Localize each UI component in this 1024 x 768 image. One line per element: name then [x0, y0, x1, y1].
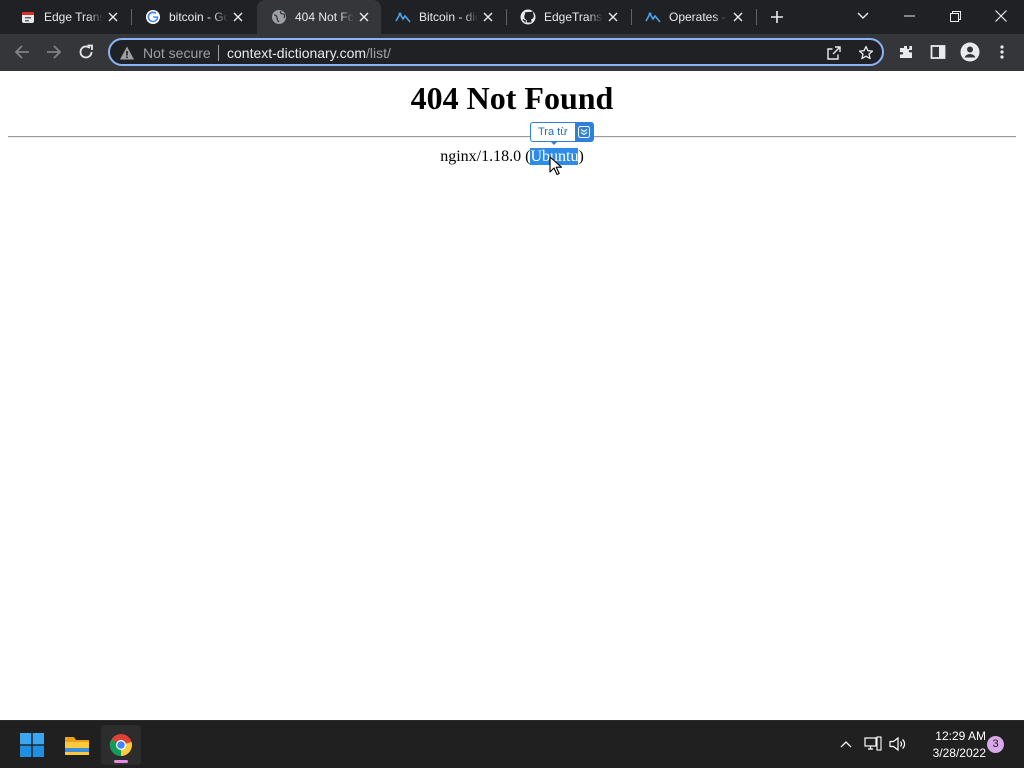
- warning-icon[interactable]: [119, 45, 135, 61]
- address-bar[interactable]: Not secure context-dictionary.com/list/: [108, 38, 884, 66]
- forward-button[interactable]: [40, 38, 68, 66]
- minimize-icon: [903, 15, 915, 17]
- speaker-icon: [889, 736, 906, 752]
- lookup-button[interactable]: Tra từ: [531, 123, 575, 141]
- tab-operates-dictionary[interactable]: Operates - Cont: [631, 0, 755, 34]
- restore-button[interactable]: [932, 0, 978, 32]
- tab-separator: [756, 9, 757, 25]
- show-hidden-icons-button[interactable]: [836, 734, 856, 754]
- puzzle-icon: [900, 46, 912, 58]
- minimize-button[interactable]: [886, 0, 932, 32]
- globe-icon: [271, 9, 287, 25]
- windows-taskbar: 12:29 AM 3/28/2022 3: [0, 720, 1024, 768]
- tab-title: EdgeTranslate: [544, 10, 603, 24]
- bookmark-star-icon[interactable]: [856, 43, 876, 63]
- kebab-menu-icon: [1000, 45, 1004, 59]
- page-content: 404 Not Found nginx/1.18.0 (Ubuntu) Tra …: [0, 71, 1024, 720]
- chevron-down-icon: [577, 126, 590, 138]
- windows-logo-icon: [20, 733, 44, 757]
- server-signature: nginx/1.18.0 (Ubuntu): [0, 147, 1024, 166]
- tab-bitcoin-dictionary[interactable]: Bitcoin - dict: [381, 0, 505, 34]
- divider: [8, 136, 1016, 138]
- clock-time: 12:29 AM: [935, 729, 986, 743]
- close-icon[interactable]: [728, 7, 748, 27]
- close-icon[interactable]: [354, 7, 374, 27]
- close-icon[interactable]: [228, 7, 248, 27]
- security-label[interactable]: Not secure: [143, 45, 211, 61]
- tab-title: Bitcoin - dict: [419, 10, 478, 24]
- url-text[interactable]: context-dictionary.com/list/: [227, 45, 391, 61]
- url-host: context-dictionary.com: [227, 45, 367, 61]
- omnibox-divider: [218, 45, 219, 61]
- close-icon: [995, 10, 1007, 22]
- volume-button[interactable]: [888, 734, 908, 754]
- notification-badge[interactable]: 3: [987, 736, 1004, 753]
- system-clock[interactable]: 12:29 AM 3/28/2022: [912, 728, 986, 762]
- close-icon[interactable]: [478, 7, 498, 27]
- new-tab-button[interactable]: [765, 5, 789, 29]
- popup-pointer: [550, 141, 558, 145]
- chrome-icon: [109, 734, 132, 757]
- chrome-taskbar-button[interactable]: [101, 725, 141, 765]
- server-version: nginx/1.18.0 (: [440, 148, 531, 165]
- context-dictionary-icon: [395, 9, 411, 25]
- chevron-down-icon: [857, 12, 869, 19]
- network-icon: [864, 736, 882, 751]
- start-button[interactable]: [12, 725, 52, 765]
- restore-icon: [949, 10, 961, 22]
- page-title: 404 Not Found: [410, 80, 614, 116]
- expand-translate-button[interactable]: [574, 123, 593, 141]
- running-indicator: [114, 760, 128, 763]
- tab-title: 404 Not Found: [295, 10, 354, 24]
- edge-translate-icon: [20, 9, 36, 25]
- context-dictionary-icon: [645, 9, 661, 25]
- side-panel-icon: [930, 45, 946, 59]
- browser-toolbar: Not secure context-dictionary.com/list/: [0, 34, 1024, 71]
- github-icon: [520, 9, 536, 25]
- share-icon[interactable]: [824, 43, 844, 63]
- url-path: /list/: [366, 45, 391, 61]
- tab-bitcoin-google[interactable]: bitcoin - Google: [131, 0, 255, 34]
- tab-title: Operates - Cont: [669, 10, 728, 24]
- menu-button[interactable]: [988, 38, 1016, 66]
- server-suffix: ): [578, 148, 584, 165]
- translate-lookup-popup: Tra từ: [530, 122, 594, 145]
- tab-title: Edge Translate: [44, 10, 103, 24]
- tab-edge-translate[interactable]: Edge Translate: [6, 0, 130, 34]
- plus-icon: [771, 11, 783, 23]
- tab-404-not-found[interactable]: 404 Not Found: [257, 0, 381, 34]
- extensions-button[interactable]: [892, 38, 920, 66]
- arrow-left-icon: [14, 45, 29, 59]
- tab-strip: Edge Translate bitcoin - Google 404 Not …: [0, 0, 1024, 34]
- chevron-up-icon: [840, 741, 852, 748]
- network-button[interactable]: [863, 734, 883, 754]
- folder-icon: [65, 737, 89, 755]
- mouse-cursor-icon: [549, 156, 562, 176]
- close-icon[interactable]: [603, 7, 623, 27]
- reload-icon: [79, 44, 93, 59]
- back-button[interactable]: [8, 38, 36, 66]
- side-panel-button[interactable]: [924, 38, 952, 66]
- file-explorer-button[interactable]: [57, 725, 97, 765]
- arrow-right-icon: [47, 45, 62, 59]
- close-icon[interactable]: [103, 7, 123, 27]
- google-icon: [145, 9, 161, 25]
- close-window-button[interactable]: [978, 0, 1024, 32]
- clock-date: 3/28/2022: [932, 746, 986, 760]
- profile-button[interactable]: [956, 38, 984, 66]
- reload-button[interactable]: [72, 38, 100, 66]
- tab-title: bitcoin - Google: [169, 10, 228, 24]
- profile-icon: [960, 42, 980, 62]
- tab-github-edgetranslate[interactable]: EdgeTranslate: [506, 0, 630, 34]
- tab-search-button[interactable]: [840, 0, 886, 32]
